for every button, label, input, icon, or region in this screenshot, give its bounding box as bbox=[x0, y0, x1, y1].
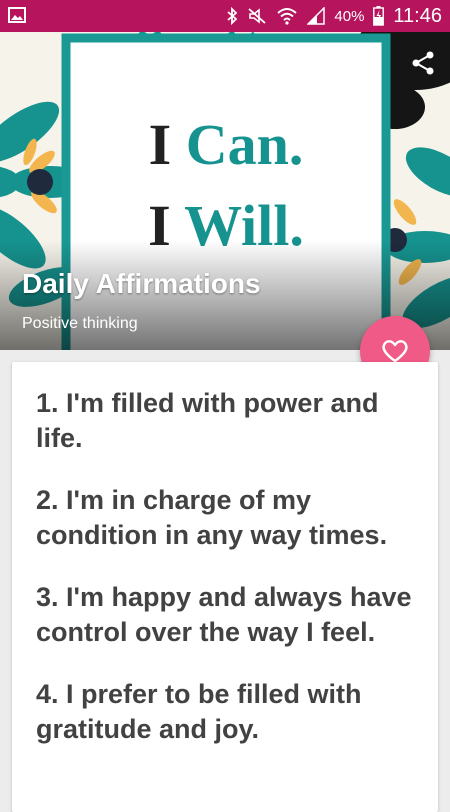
affirmation-item: 3. I'm happy and always have control ove… bbox=[36, 582, 412, 647]
affirmation-item: 2. I'm in charge of my condition in any … bbox=[36, 485, 388, 550]
mute-icon bbox=[248, 8, 266, 24]
affirmation-item: 1. I'm filled with power and life. bbox=[36, 388, 379, 453]
page-subtitle: Positive thinking bbox=[22, 315, 138, 332]
signal-icon bbox=[307, 7, 326, 25]
affirmations-card: 1. I'm filled with power and life. 2. I'… bbox=[12, 362, 438, 812]
battery-percent: 40% bbox=[334, 7, 365, 25]
heart-icon bbox=[382, 340, 408, 363]
image-icon bbox=[8, 7, 26, 23]
affirmations-list: 1. I'm filled with power and life. 2. I'… bbox=[12, 362, 438, 747]
wifi-icon bbox=[277, 8, 298, 25]
bluetooth-icon bbox=[227, 7, 238, 25]
status-bar: 40% 11:46 bbox=[0, 0, 450, 32]
page-title: Daily Affirmations bbox=[22, 268, 261, 299]
share-icon[interactable] bbox=[410, 50, 436, 76]
svg-text:I Can.: I Can. bbox=[149, 112, 304, 177]
hero-image: I Can. I Will. Daily Affirmations Positi… bbox=[0, 32, 450, 350]
affirmation-item: 4. I prefer to be filled with gratitude … bbox=[36, 679, 362, 744]
battery-icon bbox=[373, 6, 385, 26]
clock: 11:46 bbox=[393, 4, 442, 27]
